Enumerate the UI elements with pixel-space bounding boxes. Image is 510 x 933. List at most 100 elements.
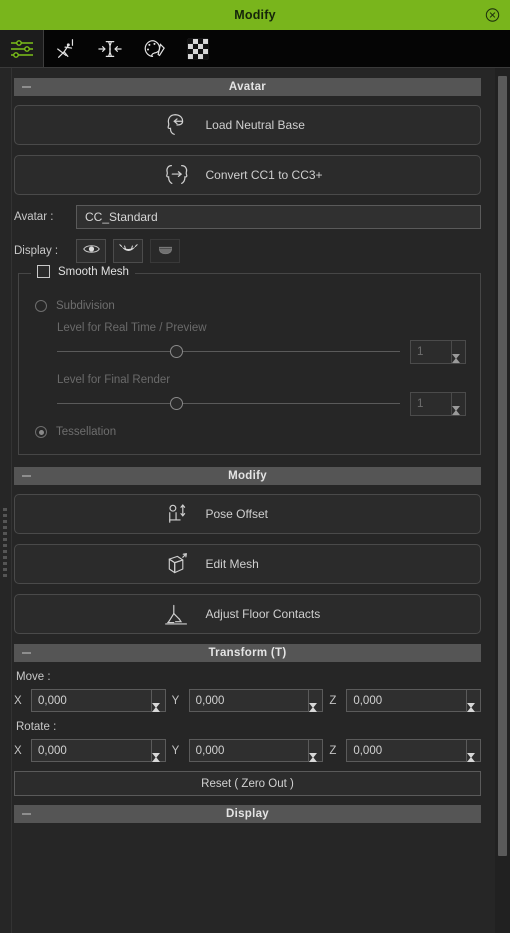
realtime-level-value[interactable]: 1 [411,341,451,363]
reset-zero-out-button[interactable]: Reset ( Zero Out ) [14,771,481,796]
vertical-scrollbar[interactable] [495,68,510,933]
left-rail [11,68,12,933]
tessellation-radio[interactable] [35,426,47,438]
spinner-down-icon[interactable] [452,354,460,376]
convert-cc1-to-cc3-label: Convert CC1 to CC3+ [205,168,323,182]
move-z-value[interactable]: 0,000 [347,690,466,711]
realtime-level-slider-row: 1 [57,340,466,376]
final-render-level-slider[interactable] [57,397,400,411]
slider-knob[interactable] [170,345,184,358]
move-z-field[interactable]: 0,000 [346,689,482,725]
move-x-value[interactable]: 0,000 [32,690,151,711]
move-y-field[interactable]: 0,000 [188,689,324,725]
tessellation-label: Tessellation [56,426,117,438]
modify-panel: Modify Avatar Load Neutral Base Convert … [0,0,510,933]
rotate-label: Rotate : [16,721,57,733]
smooth-mesh-checkbox[interactable] [37,265,50,278]
spinner-down-icon[interactable] [151,703,160,725]
spinner-arrows [308,690,322,725]
minus-icon [22,86,31,88]
avatar-name-input[interactable]: CC_Standard [76,205,481,229]
load-neutral-base-label: Load Neutral Base [205,118,305,132]
realtime-level-spinner[interactable]: 1 [410,340,466,376]
adjust-floor-contacts-button[interactable]: Adjust Floor Contacts [14,594,481,634]
rotate-x-value[interactable]: 0,000 [32,740,151,761]
display-row-label: Display : [14,245,59,257]
convert-cc1-to-cc3-button[interactable]: Convert CC1 to CC3+ [14,155,481,195]
spinner-arrows [150,740,165,775]
spinner-down-icon[interactable] [467,753,476,775]
section-title-transform: Transform (T) [208,647,287,659]
move-x-field[interactable]: 0,000 [31,689,166,725]
section-header-transform[interactable]: Transform (T) [14,644,481,662]
tessellation-option[interactable]: Tessellation [35,426,466,438]
toggle-eyelash[interactable] [113,239,143,263]
final-render-level-value[interactable]: 1 [411,393,451,415]
slider-knob[interactable] [170,397,184,410]
scrollbar-thumb[interactable] [498,76,507,856]
window-title: Modify [234,8,276,22]
tab-pose[interactable] [44,30,88,67]
window-titlebar: Modify [0,0,510,30]
smooth-mesh-label: Smooth Mesh [58,265,129,278]
minus-icon [22,475,31,477]
rotate-x-field[interactable]: 0,000 [31,739,166,775]
smooth-mesh-legend: Smooth Mesh [31,265,135,278]
section-header-modify[interactable]: Modify [14,467,481,485]
move-y-value[interactable]: 0,000 [190,690,309,711]
panel-toolbar [0,30,510,68]
spinner-down-icon[interactable] [452,406,460,428]
tab-material[interactable] [132,30,176,67]
realtime-level-label: Level for Real Time / Preview [57,322,207,334]
move-y-axis-label: Y [171,694,180,707]
spinner-arrows [451,393,465,428]
realtime-level-slider[interactable] [57,345,400,359]
tab-modify[interactable] [0,30,44,67]
tab-fit[interactable] [88,30,132,67]
spinner-down-icon[interactable] [309,753,318,775]
edit-mesh-label: Edit Mesh [205,557,259,571]
spinner-arrows [466,740,480,775]
rotate-z-axis-label: Z [329,744,337,757]
eyelash-icon [118,242,138,261]
spinner-down-icon[interactable] [309,703,318,725]
toggle-tongue[interactable] [150,239,180,263]
final-render-level-spinner[interactable]: 1 [410,392,466,428]
move-x-axis-label: X [14,694,22,707]
pose-offset-icon [162,499,192,529]
pose-offset-button[interactable]: Pose Offset [14,494,481,534]
move-axes-row: X 0,000 Y 0,000 Z 0,000 [14,689,482,725]
section-header-avatar[interactable]: Avatar [14,78,481,96]
head-convert-icon [162,160,192,190]
smooth-mesh-group: Smooth Mesh Subdivision Level for Real T… [18,265,481,455]
slider-track-line [57,403,400,404]
edit-mesh-icon [162,549,192,579]
subdivision-option[interactable]: Subdivision [35,300,466,312]
panel-drag-grip[interactable] [3,508,7,580]
edit-mesh-button[interactable]: Edit Mesh [14,544,481,584]
close-icon[interactable] [485,8,500,23]
avatar-field-label: Avatar : [14,211,54,223]
scroll-content: Avatar Load Neutral Base Convert CC1 to … [0,68,495,933]
rotate-z-value[interactable]: 0,000 [347,740,466,761]
fit-constrain-icon [97,37,123,61]
section-title-display: Display [225,808,269,820]
pose-figure-icon [54,37,78,61]
slider-track-line [57,351,400,352]
eye-icon [82,242,101,261]
spinner-down-icon[interactable] [151,753,160,775]
tab-texture[interactable] [176,30,220,67]
rotate-z-field[interactable]: 0,000 [346,739,482,775]
load-neutral-base-button[interactable]: Load Neutral Base [14,105,481,145]
subdivision-radio[interactable] [35,300,47,312]
spinner-down-icon[interactable] [467,703,476,725]
checkerboard-icon [187,38,209,60]
rotate-y-field[interactable]: 0,000 [188,739,324,775]
rotate-y-value[interactable]: 0,000 [190,740,309,761]
final-render-level-label: Level for Final Render [57,374,171,386]
palette-icon [141,37,167,61]
sliders-icon [9,36,35,62]
toggle-eye[interactable] [76,239,106,263]
section-header-display[interactable]: Display [14,805,481,823]
minus-icon [22,813,31,815]
